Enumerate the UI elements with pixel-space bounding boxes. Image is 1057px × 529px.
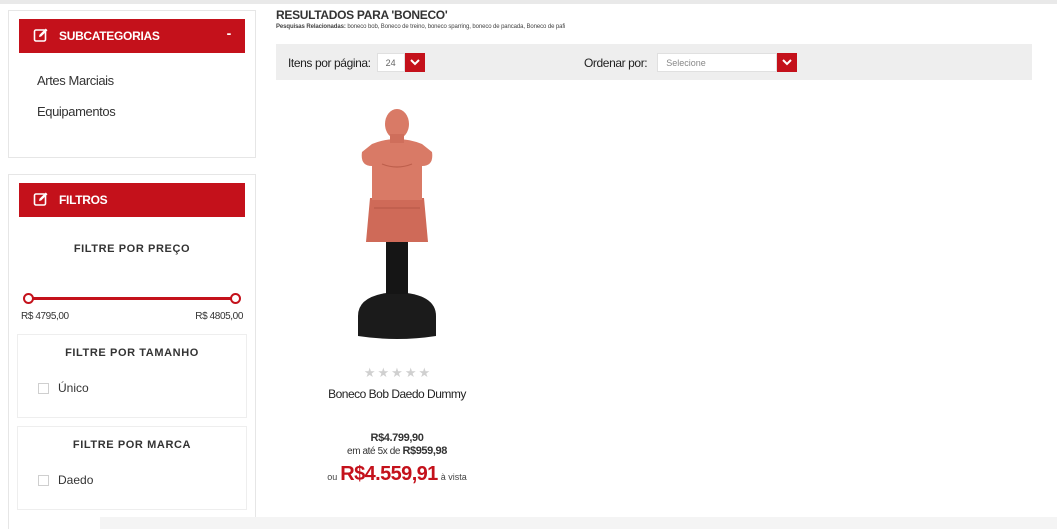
price-filter-title: FILTRE POR PREÇO [73, 243, 191, 255]
price-suffix: à vista [440, 472, 467, 482]
top-border [0, 0, 1057, 4]
slider-track [27, 297, 237, 300]
filters-title: FILTROS [59, 193, 108, 207]
subcategories-panel: SUBCATEGORIAS - Artes Marciais Equipamen… [8, 10, 256, 158]
size-option-label: Único [58, 381, 89, 395]
chevron-down-icon [782, 59, 792, 66]
brand-filter-title: FILTRE POR MARCA [72, 439, 192, 451]
subcategory-item-equipamentos[interactable]: Equipamentos [37, 104, 245, 119]
results-title: RESULTADOS PARA 'BONECO' [276, 8, 448, 22]
brand-filter: FILTRE POR MARCA Daedo [17, 426, 247, 510]
results-area: RESULTADOS PARA 'BONECO' Pesquisas Relac… [276, 8, 1032, 485]
sort-select[interactable]: Selecione [657, 53, 778, 72]
results-toolbar: Itens por página: 24 Ordenar por: Seleci… [276, 44, 1032, 80]
star-icon: ★ [418, 365, 431, 380]
per-page-label: Itens por página: [288, 55, 371, 70]
brand-option-daedo[interactable]: Daedo [38, 473, 246, 487]
sort-dropdown-button[interactable] [777, 53, 798, 72]
subcategories-header[interactable]: SUBCATEGORIAS - [19, 19, 245, 53]
subcategories-title: SUBCATEGORIAS [59, 29, 160, 43]
price-min: R$ 4795,00 [21, 311, 69, 322]
collapse-toggle[interactable]: - [227, 25, 232, 41]
edit-square-icon [33, 27, 51, 45]
filters-panel: FILTROS FILTRE POR PREÇO R$ 4795,00 R$ 4… [8, 174, 256, 529]
rating-stars: ★ ★ ★ ★ ★ [322, 366, 472, 379]
edit-square-icon [33, 191, 51, 209]
size-filter: FILTRE POR TAMANHO Único [17, 334, 247, 418]
chevron-down-icon [409, 59, 420, 66]
per-page-dropdown-button[interactable] [404, 53, 425, 72]
star-icon: ★ [377, 365, 390, 380]
price-slider[interactable] [23, 293, 241, 305]
product-card[interactable]: ★ ★ ★ ★ ★ Boneco Bob Daedo Dummy R$4.799… [322, 104, 472, 486]
sort-label: Ordenar por: [584, 55, 648, 70]
star-icon: ★ [363, 365, 376, 380]
installment-text: em até 5x de R$959,98 [322, 445, 472, 457]
slider-handle-max[interactable] [230, 293, 241, 304]
subcategory-list: Artes Marciais Equipamentos [19, 53, 245, 119]
size-option-unico[interactable]: Único [38, 381, 246, 395]
sort-control: Ordenar por: Selecione [584, 53, 798, 72]
filters-header: FILTROS [19, 183, 245, 217]
related-searches: Pesquisas Relacionadas: boneco bob, Bone… [276, 24, 1032, 30]
installment-prefix: em até 5x de [347, 446, 401, 457]
product-image[interactable] [322, 104, 472, 344]
installment-value: R$959,98 [402, 445, 447, 457]
brand-option-label: Daedo [58, 473, 94, 487]
product-name[interactable]: Boneco Bob Daedo Dummy [322, 387, 472, 401]
size-filter-title: FILTRE POR TAMANHO [65, 347, 199, 359]
star-icon: ★ [391, 365, 403, 380]
subcategory-item-artes-marciais[interactable]: Artes Marciais [37, 73, 245, 88]
sidebar: SUBCATEGORIAS - Artes Marciais Equipamen… [8, 10, 256, 529]
related-label: Pesquisas Relacionadas: [276, 24, 346, 30]
bottom-border [100, 517, 1057, 529]
star-icon: ★ [404, 365, 417, 380]
product-price-old: R$4.799,90 [370, 432, 424, 444]
price-prefix: ou [327, 472, 338, 482]
per-page-control: Itens por página: 24 [288, 53, 425, 72]
price-range: R$ 4795,00 R$ 4805,00 [19, 311, 245, 322]
slider-handle-min[interactable] [23, 293, 34, 304]
per-page-select[interactable]: 24 [376, 53, 405, 72]
size-checkbox[interactable] [38, 382, 49, 394]
price-max: R$ 4805,00 [195, 311, 243, 322]
product-price-cash: ou R$4.559,91 à vista [322, 463, 472, 486]
price-now: R$4.559,91 [340, 463, 438, 485]
related-terms[interactable]: boneco bob, Boneco de treino, boneco spa… [347, 24, 565, 30]
brand-checkbox[interactable] [38, 474, 49, 486]
